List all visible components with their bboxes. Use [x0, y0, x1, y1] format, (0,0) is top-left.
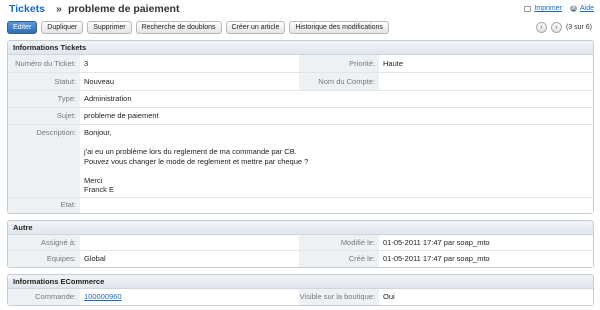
- printer-icon: [524, 5, 532, 12]
- assigned-to-value: [80, 235, 299, 250]
- breadcrumb-separator: »: [56, 3, 62, 15]
- duplicate-button[interactable]: Dupliquer: [41, 21, 84, 34]
- detail-row: Equipes: Global Créé le: 01-05-2011 17:4…: [8, 251, 593, 267]
- account-name-label: Nom du Compte:: [299, 73, 379, 90]
- other-panel: Autre Assigné à: Modifié le: 01-05-2011 …: [7, 220, 594, 268]
- record-position: (3 sur 6): [565, 24, 592, 31]
- created-label: Créé le:: [299, 251, 379, 267]
- create-article-button[interactable]: Créer un article: [225, 21, 286, 34]
- ticket-info-heading: Informations Tickets: [8, 41, 593, 55]
- subject-label: Sujet:: [8, 108, 80, 124]
- type-label: Type:: [8, 91, 80, 107]
- priority-value: Haute: [379, 55, 593, 72]
- order-link[interactable]: 100000960: [84, 292, 122, 301]
- previous-record-button[interactable]: ‹: [535, 22, 547, 33]
- order-label: Commande:: [8, 289, 80, 305]
- description-line: Merci: [84, 175, 103, 185]
- order-value: 100000960: [80, 289, 299, 305]
- detail-row: Sujet: probleme de paiement: [8, 108, 593, 125]
- ticket-number-value: 3: [80, 55, 299, 72]
- change-history-button[interactable]: Historique des modifications: [289, 21, 389, 34]
- account-name-value: [379, 73, 593, 90]
- modified-value: 01-05-2011 17:47 par soap_mto: [379, 235, 593, 250]
- visible-in-shop-value: Oui: [379, 289, 593, 305]
- detail-row: Assigné à: Modifié le: 01-05-2011 17:47 …: [8, 235, 593, 251]
- breadcrumb-module-link[interactable]: Tickets: [9, 3, 45, 15]
- record-pager: ‹ › (3 sur 6): [535, 22, 592, 33]
- ecommerce-heading: Informations ECommerce: [8, 275, 593, 289]
- created-value: 01-05-2011 17:47 par soap_mto: [379, 251, 593, 267]
- page-title: probleme de paiement: [68, 3, 180, 15]
- detail-row: Etat:: [8, 198, 593, 213]
- teams-label: Equipes:: [8, 251, 80, 267]
- status-value: Nouveau: [80, 73, 299, 90]
- print-link[interactable]: Imprimer: [524, 5, 562, 12]
- teams-value: Global: [80, 251, 299, 267]
- description-line: [84, 166, 589, 176]
- assigned-to-label: Assigné à:: [8, 235, 80, 250]
- delete-button[interactable]: Supprimer: [87, 21, 132, 34]
- help-link[interactable]: ? Aide: [569, 5, 594, 12]
- other-heading: Autre: [8, 221, 593, 235]
- status-label: Statut:: [8, 73, 80, 90]
- state-value: [80, 198, 593, 213]
- description-line: Bonjour,: [84, 128, 112, 137]
- priority-label: Priorité:: [299, 55, 379, 72]
- ecommerce-panel: Informations ECommerce Commande: 1000009…: [7, 274, 594, 306]
- subject-value: probleme de paiement: [80, 108, 593, 124]
- print-label: Imprimer: [534, 5, 562, 12]
- page-header: Tickets » probleme de paiement Imprimer …: [0, 0, 600, 18]
- description-line: Pouvez vous changer le mode de reglement…: [84, 156, 309, 166]
- detail-row: Description: Bonjour, j'ai eu un problèm…: [8, 125, 593, 198]
- state-label: Etat:: [8, 198, 80, 213]
- edit-button[interactable]: Editer: [7, 21, 38, 34]
- help-label: Aide: [579, 5, 594, 12]
- description-line: j'ai eu un problème lors du reglement de…: [84, 147, 297, 156]
- description-line: [84, 138, 589, 148]
- modified-label: Modifié le:: [299, 235, 379, 250]
- visible-in-shop-label: Visible sur la boutique:: [299, 289, 379, 305]
- detail-row: Statut: Nouveau Nom du Compte:: [8, 73, 593, 91]
- top-links: Imprimer ? Aide: [524, 5, 594, 12]
- action-toolbar: Editer Dupliquer Supprimer Recherche de …: [7, 21, 389, 36]
- ticket-number-label: Numéro du Ticket:: [8, 55, 80, 72]
- detail-row: Numéro du Ticket: 3 Priorité: Haute: [8, 55, 593, 73]
- help-icon: ?: [569, 5, 577, 12]
- description-value: Bonjour, j'ai eu un problème lors du reg…: [80, 125, 593, 197]
- detail-row: Type: Administration: [8, 91, 593, 108]
- description-line: Franck E: [84, 185, 115, 194]
- description-label: Description:: [8, 125, 80, 197]
- next-record-button[interactable]: ›: [550, 22, 562, 33]
- ticket-info-panel: Informations Tickets Numéro du Ticket: 3…: [7, 40, 594, 214]
- type-value: Administration: [80, 91, 593, 107]
- detail-row: Commande: 100000960 Visible sur la bouti…: [8, 289, 593, 305]
- find-duplicates-button[interactable]: Recherche de doublons: [135, 21, 222, 34]
